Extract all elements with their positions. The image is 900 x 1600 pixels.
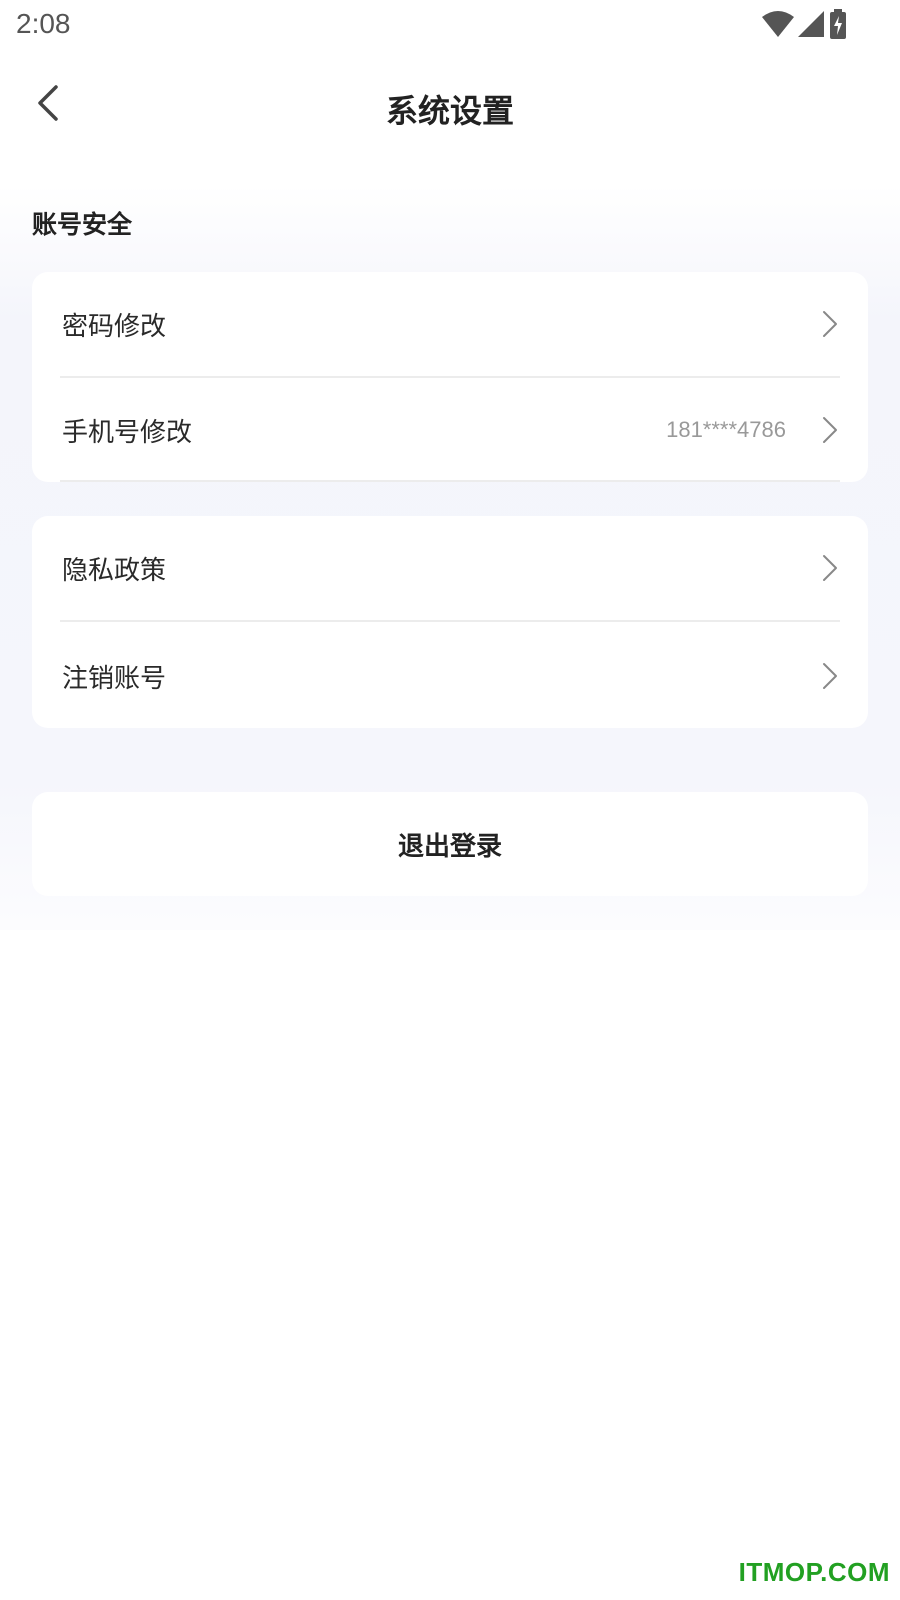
privacy-policy-label: 隐私政策 <box>62 555 167 586</box>
deregister-account-row[interactable]: 注销账号 <box>32 624 868 728</box>
logout-card: 退出登录 <box>32 792 868 896</box>
status-icons <box>762 9 848 39</box>
wifi-icon <box>762 11 794 37</box>
account-security-card: 密码修改 手机号修改 181****4786 <box>32 272 868 482</box>
phone-change-label: 手机号修改 <box>62 417 193 448</box>
chevron-right-icon <box>820 660 840 692</box>
page-title: 系统设置 <box>385 92 514 130</box>
watermark: ITMOP.COM <box>738 1557 890 1587</box>
chevron-right-icon <box>820 414 840 446</box>
status-time: 2:08 <box>16 8 71 39</box>
status-bar: 2:08 <box>0 0 900 50</box>
password-change-label: 密码修改 <box>62 311 167 342</box>
row-divider <box>60 480 840 482</box>
password-change-row[interactable]: 密码修改 <box>32 272 868 376</box>
battery-charging-icon <box>828 9 848 39</box>
row-divider <box>60 620 840 622</box>
phone-change-row[interactable]: 手机号修改 181****4786 <box>32 378 868 482</box>
privacy-policy-row[interactable]: 隐私政策 <box>32 516 868 620</box>
app-header: 系统设置 <box>0 66 900 146</box>
chevron-right-icon <box>820 552 840 584</box>
logout-button[interactable]: 退出登录 <box>32 792 868 896</box>
other-settings-card: 隐私政策 注销账号 <box>32 516 868 728</box>
chevron-right-icon <box>820 308 840 340</box>
section-title: 账号安全 <box>32 210 133 239</box>
logout-label: 退出登录 <box>397 831 502 862</box>
signal-icon <box>798 11 824 37</box>
phone-number-value: 181****4786 <box>666 417 786 442</box>
deregister-account-label: 注销账号 <box>62 663 167 694</box>
